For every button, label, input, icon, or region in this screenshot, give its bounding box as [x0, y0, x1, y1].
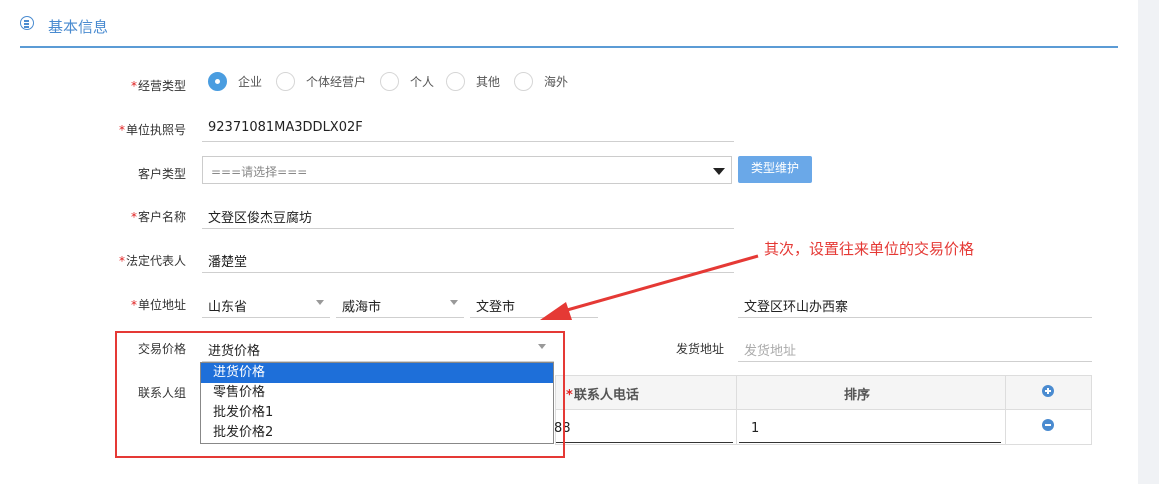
annotation-arrow: [540, 254, 759, 320]
form-panel: 基本信息 *经营类型 企业 个体经营户 个人 其他 海外 *单位执照号 9237…: [0, 0, 1138, 484]
